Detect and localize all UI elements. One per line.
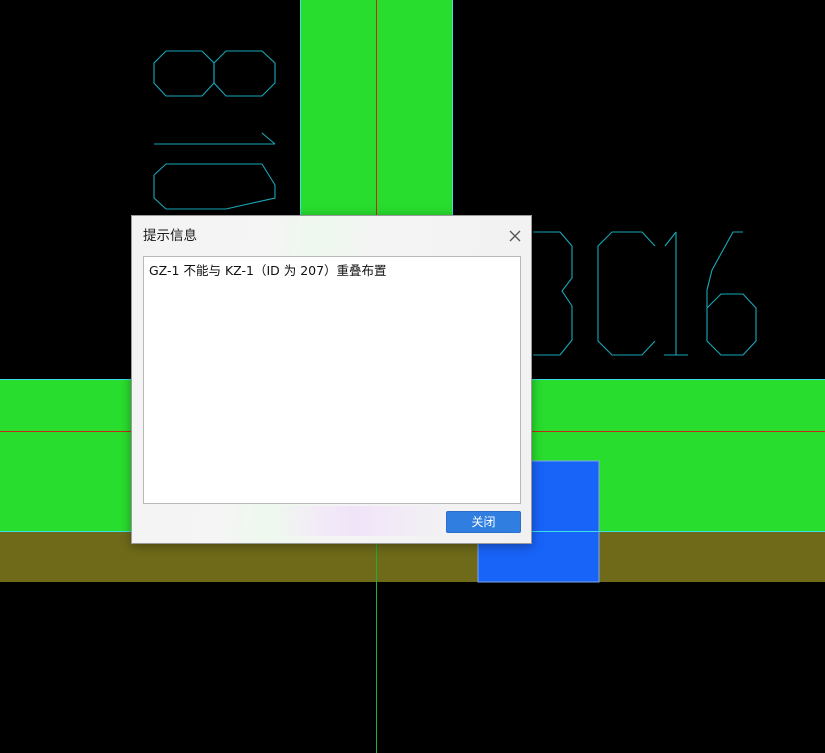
cad-canvas[interactable]: 提示信息 GZ-1 不能与 KZ-1（ID 为 207）重叠布置 关闭 — [0, 0, 825, 753]
dialog-title: 提示信息 — [143, 228, 197, 244]
message-dialog: 提示信息 GZ-1 不能与 KZ-1（ID 为 207）重叠布置 关闭 — [131, 215, 532, 544]
close-button[interactable]: 关闭 — [446, 511, 521, 533]
rebar-label-vertical — [153, 50, 276, 210]
dialog-message: GZ-1 不能与 KZ-1（ID 为 207）重叠布置 — [149, 263, 387, 278]
rebar-label-horizontal — [533, 231, 757, 356]
close-icon[interactable] — [504, 225, 526, 247]
message-text-area[interactable]: GZ-1 不能与 KZ-1（ID 为 207）重叠布置 — [143, 256, 521, 504]
dialog-bottom-tint — [272, 506, 452, 536]
